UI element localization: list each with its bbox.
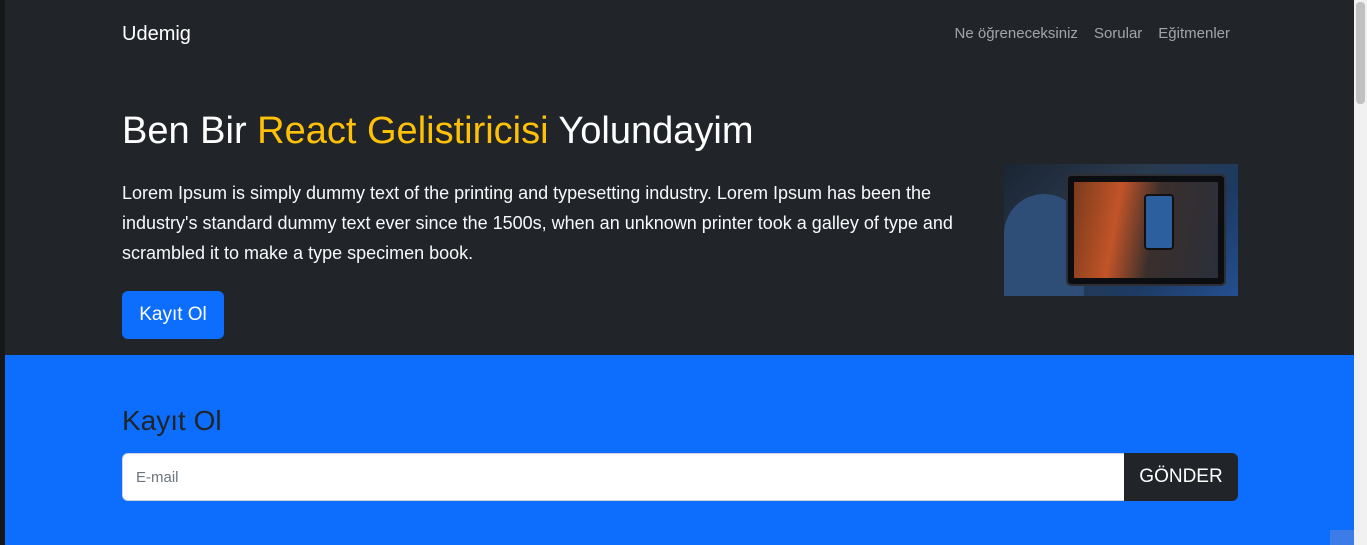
- hero-title-start: Ben Bir: [122, 110, 258, 152]
- scrollbar[interactable]: [1354, 0, 1367, 545]
- hero-title-end: Yolundayim: [548, 110, 754, 152]
- hero-description: Lorem Ipsum is simply dummy text of the …: [122, 183, 953, 263]
- email-input-group: GÖNDER: [122, 453, 1238, 501]
- signup-section: Kayıt Ol GÖNDER: [5, 355, 1354, 545]
- laptop-shape: [1066, 174, 1226, 286]
- hero-title-accent: React Gelistiricisi: [257, 110, 549, 152]
- navbar: Udemig Ne öğreneceksiniz Sorular Eğitmen…: [5, 0, 1354, 70]
- nav-links: Ne öğreneceksiniz Sorular Eğitmenler: [955, 25, 1230, 42]
- email-field[interactable]: [122, 453, 1124, 501]
- brand-logo[interactable]: Udemig: [122, 23, 191, 46]
- send-button[interactable]: GÖNDER: [1124, 453, 1238, 501]
- scrollbar-thumb[interactable]: [1356, 2, 1365, 104]
- laptop-screen: [1074, 182, 1218, 278]
- nav-link-questions[interactable]: Sorular: [1094, 25, 1142, 42]
- phone-shape: [1144, 194, 1174, 250]
- hero-title: Ben Bir React Gelistiricisi Yolundayim: [122, 110, 754, 153]
- signup-title: Kayıt Ol: [122, 405, 222, 436]
- register-button[interactable]: Kayıt Ol: [122, 291, 224, 339]
- hero-section: Ben Bir React Gelistiricisi Yolundayim L…: [5, 70, 1354, 355]
- nav-link-learn[interactable]: Ne öğreneceksiniz: [955, 25, 1078, 42]
- corner-button[interactable]: [1330, 530, 1354, 545]
- hero-image: [1004, 164, 1238, 296]
- nav-link-instructors[interactable]: Eğitmenler: [1158, 25, 1230, 42]
